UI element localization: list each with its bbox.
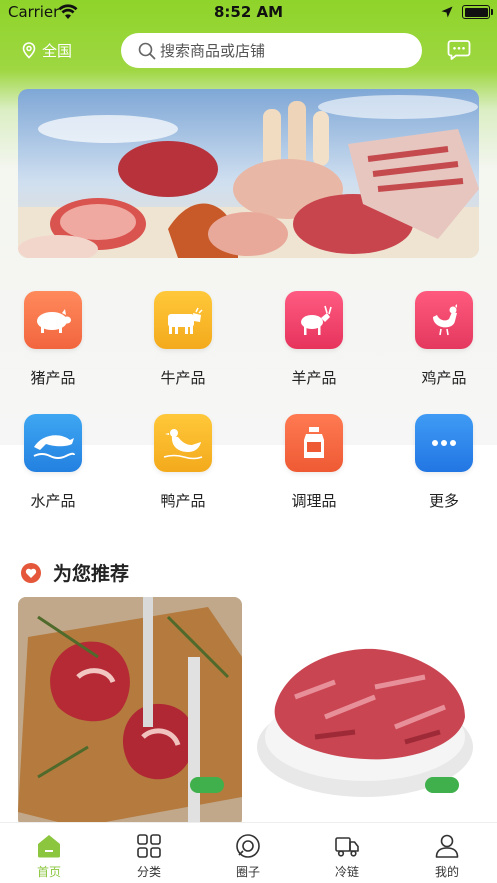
dolphin-icon <box>24 414 82 472</box>
tab-cold-chain[interactable]: 冷链 <box>317 833 377 880</box>
search-bar[interactable] <box>121 33 422 68</box>
chat-circle-icon <box>236 834 260 858</box>
category-label: 调理品 <box>291 492 337 510</box>
truck-icon <box>335 837 359 857</box>
home-icon <box>38 835 60 858</box>
category-label: 牛产品 <box>160 369 206 387</box>
tab-label: 冷链 <box>334 865 359 879</box>
category-chicken[interactable]: 鸡产品 <box>404 291 484 388</box>
category-label: 水产品 <box>30 492 76 510</box>
duck-icon <box>154 414 212 472</box>
category-label: 猪产品 <box>30 369 76 387</box>
product-card[interactable] <box>255 597 479 827</box>
category-duck[interactable]: 鸭产品 <box>143 414 223 511</box>
tab-label: 我的 <box>434 865 459 879</box>
recommend-title: 为您推荐 <box>53 563 130 585</box>
grid-icon <box>137 834 161 858</box>
bottle-icon <box>285 414 343 472</box>
category-mutton[interactable]: 羊产品 <box>274 291 354 388</box>
promo-banner[interactable] <box>18 89 479 258</box>
status-time: 8:52 AM <box>213 3 284 21</box>
battery-tip <box>491 9 493 15</box>
tab-circle[interactable]: 圈子 <box>218 833 278 880</box>
heart-icon <box>21 562 41 583</box>
user-icon <box>435 834 459 858</box>
category-label: 鸡产品 <box>421 369 467 387</box>
recommend-header: 为您推荐 <box>20 559 129 586</box>
product-card[interactable] <box>18 597 242 827</box>
top-nav: 全国 <box>0 30 497 70</box>
location-pin-icon <box>22 42 36 59</box>
chicken-icon <box>415 291 473 349</box>
battery-icon <box>462 5 490 19</box>
bottom-tab-bar: 首页 分类 圈子 冷链 我的 <box>0 822 497 883</box>
tab-mine[interactable]: 我的 <box>417 833 477 880</box>
location-selector[interactable]: 全国 <box>22 40 72 61</box>
pig-icon <box>24 291 82 349</box>
goat-icon <box>285 291 343 349</box>
meat-assortment-image <box>18 89 479 258</box>
location-arrow-icon <box>441 6 453 18</box>
search-input[interactable] <box>160 41 400 60</box>
category-aquatic[interactable]: 水产品 <box>13 414 93 511</box>
category-label: 羊产品 <box>291 369 337 387</box>
beef-steak-image <box>18 597 242 827</box>
tab-label: 首页 <box>36 865 61 879</box>
category-label: 更多 <box>428 492 459 510</box>
message-icon[interactable] <box>447 39 471 61</box>
raw-meat-bowl-image <box>255 597 479 827</box>
cow-icon <box>154 291 212 349</box>
tab-category[interactable]: 分类 <box>119 833 179 880</box>
search-icon <box>138 42 156 59</box>
more-icon <box>415 414 473 472</box>
category-pork[interactable]: 猪产品 <box>13 291 93 388</box>
category-label: 鸭产品 <box>160 492 206 510</box>
location-label: 全国 <box>42 42 73 60</box>
category-beef[interactable]: 牛产品 <box>143 291 223 388</box>
status-bar: Carrier 8:52 AM <box>0 0 497 26</box>
tab-label: 圈子 <box>235 865 260 879</box>
category-more[interactable]: 更多 <box>404 414 484 511</box>
category-prepared[interactable]: 调理品 <box>274 414 354 511</box>
tab-home[interactable]: 首页 <box>19 833 79 880</box>
tab-label: 分类 <box>136 865 161 879</box>
